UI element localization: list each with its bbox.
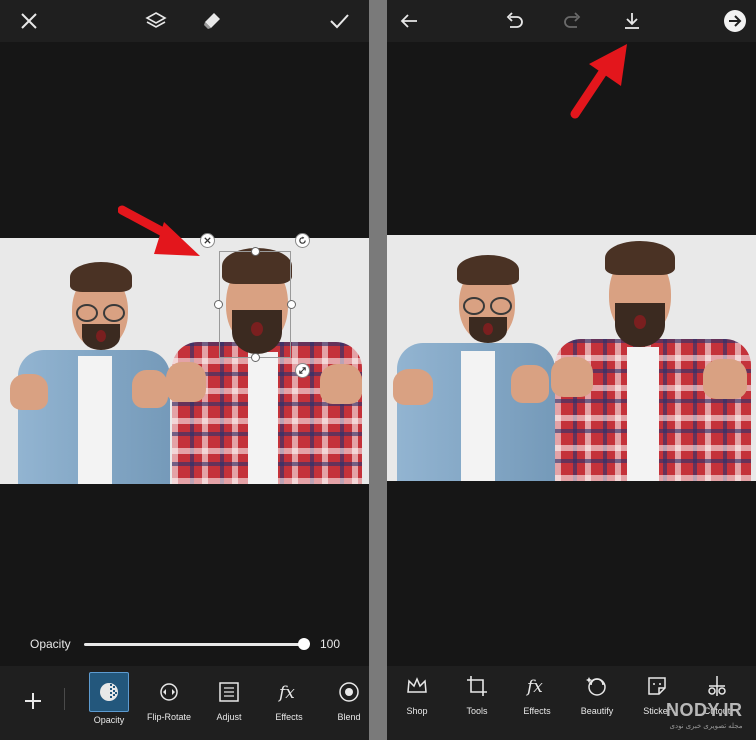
tool-effects-label: Effects — [275, 712, 303, 722]
back-arrow-icon[interactable] — [394, 6, 424, 36]
adjust-icon — [219, 682, 239, 702]
tool-beautify[interactable]: Beautify — [567, 674, 627, 716]
left-bottom-toolbar: Opacity Flip-Rotate Adjust fx Effects Bl… — [0, 666, 369, 740]
tool-shop[interactable]: Shop — [387, 674, 447, 716]
scale-icon[interactable] — [295, 363, 310, 378]
check-icon[interactable] — [324, 6, 354, 36]
tool-flip-rotate[interactable]: Flip-Rotate — [139, 680, 199, 722]
resize-handle-right[interactable] — [287, 300, 296, 309]
opacity-slider-track[interactable] — [84, 643, 304, 646]
tool-effects[interactable]: fx Effects — [259, 680, 319, 722]
opacity-slider-knob[interactable] — [298, 638, 310, 650]
fx-icon: fx — [525, 677, 543, 697]
crop-icon — [467, 676, 487, 696]
right-editor-panel: Shop Tools fx Effects Beautify Sticker C… — [387, 0, 756, 740]
tool-adjust-label: Adjust — [216, 712, 242, 722]
fx-icon: fx — [277, 683, 295, 703]
beautify-icon — [586, 677, 606, 696]
toolbar-divider — [64, 688, 65, 710]
selection-box[interactable] — [219, 251, 291, 358]
left-top-bar — [0, 0, 369, 42]
tool-tools-label: Tools — [466, 706, 488, 716]
svg-text:fx: fx — [525, 677, 543, 697]
tool-shop-label: Shop — [406, 706, 428, 716]
opacity-icon — [89, 672, 129, 712]
right-top-bar — [387, 0, 756, 42]
person-plaid-shirt — [547, 235, 756, 481]
tool-effects[interactable]: fx Effects — [507, 674, 567, 716]
blend-icon — [339, 682, 359, 702]
plus-icon[interactable] — [18, 686, 48, 716]
red-annotation-arrow-download — [570, 44, 627, 119]
layers-icon[interactable] — [141, 6, 171, 36]
red-annotation-arrow — [118, 205, 200, 256]
tool-tools[interactable]: Tools — [447, 674, 507, 716]
redo-icon[interactable] — [558, 6, 588, 36]
tool-opacity[interactable]: Opacity — [79, 672, 139, 725]
opacity-value: 100 — [320, 637, 341, 651]
next-arrow-icon[interactable] — [720, 6, 750, 36]
watermark: NODY.IR مجله تصویری خبری نودی — [666, 700, 743, 730]
flip-rotate-icon — [160, 683, 178, 701]
sticker-icon — [648, 677, 666, 695]
resize-handle-left[interactable] — [214, 300, 223, 309]
svg-text:fx: fx — [277, 683, 295, 703]
cutout-icon — [708, 676, 726, 696]
tool-blend[interactable]: Blend — [319, 680, 369, 722]
close-icon[interactable] — [14, 6, 44, 36]
watermark-sub: مجله تصویری خبری نودی — [669, 723, 743, 730]
left-editor-panel: Opacity 100 Opacity Flip-Rotate Adjust f… — [0, 0, 369, 740]
tool-blend-label: Blend — [337, 712, 361, 722]
resize-handle-top[interactable] — [251, 247, 260, 256]
delete-layer-icon[interactable] — [200, 233, 215, 248]
canvas-photo[interactable] — [0, 238, 369, 484]
tool-opacity-label: Opacity — [93, 715, 125, 725]
watermark-main: NODY.IR — [666, 700, 743, 720]
crown-icon — [407, 677, 427, 693]
rotate-icon[interactable] — [295, 233, 310, 248]
opacity-row: Opacity 100 — [0, 622, 369, 666]
eraser-icon[interactable] — [197, 6, 227, 36]
tool-flip-rotate-label: Flip-Rotate — [146, 712, 191, 722]
tool-beautify-label: Beautify — [580, 706, 614, 716]
result-photo[interactable] — [387, 235, 756, 481]
download-icon[interactable] — [617, 6, 647, 36]
undo-icon[interactable] — [499, 6, 529, 36]
resize-handle-bottom[interactable] — [251, 353, 260, 362]
tool-effects-label: Effects — [523, 706, 551, 716]
opacity-label: Opacity — [30, 637, 71, 651]
tool-adjust[interactable]: Adjust — [199, 680, 259, 722]
